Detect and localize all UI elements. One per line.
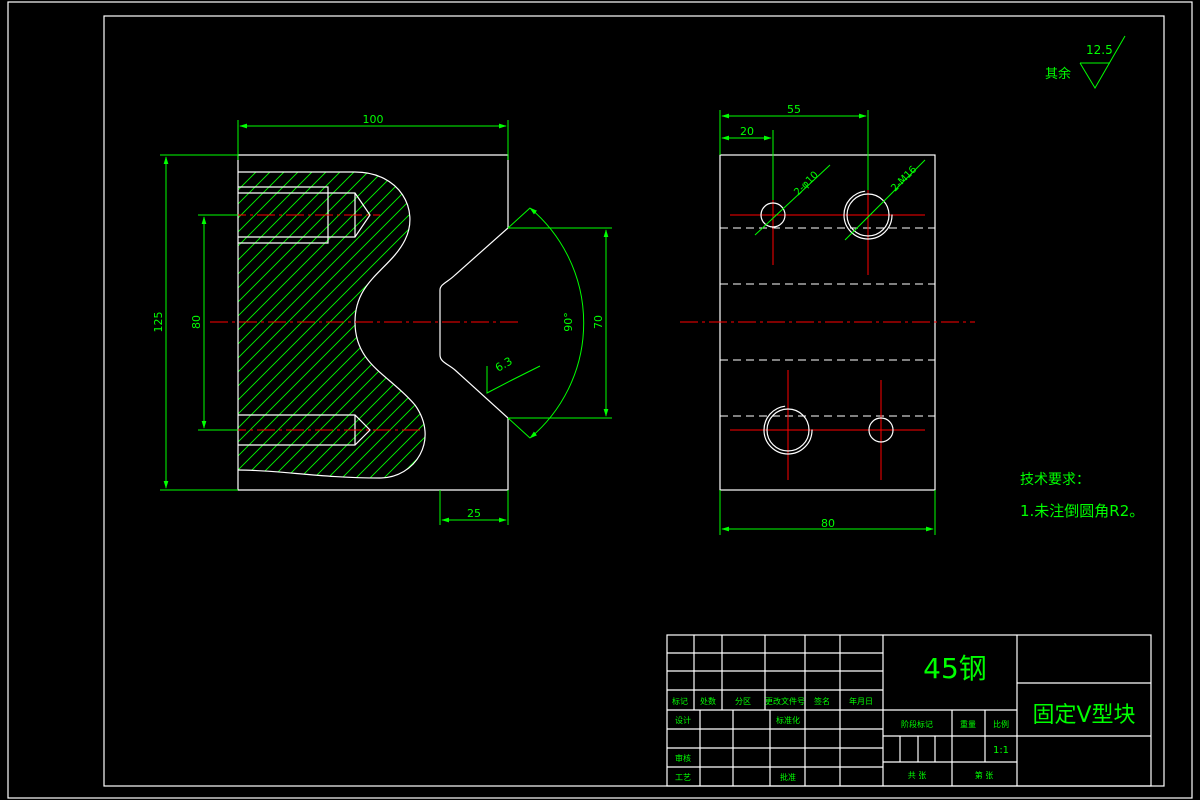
drawing-canvas: 100 125 80 25 70 90° 6.3 2-φ10 2-M16 55 … bbox=[7, 1, 1193, 799]
hatch-line bbox=[238, 172, 297, 478]
hatch-line bbox=[238, 172, 426, 478]
hatch-line bbox=[238, 172, 269, 478]
hatch-line bbox=[238, 172, 353, 478]
tb-sheets-total: 共 张 bbox=[908, 771, 927, 780]
tech-req-item: 1.未注倒圆角R2。 bbox=[1020, 502, 1144, 520]
tb-review: 审核 bbox=[675, 753, 691, 763]
tb-sign: 签名 bbox=[814, 696, 830, 706]
outer-border bbox=[7, 1, 1193, 799]
dim-bottom-right-label: 80 bbox=[821, 517, 835, 530]
hatch-line bbox=[238, 172, 426, 478]
dim-v-label: 70 bbox=[592, 315, 605, 329]
hatch-line bbox=[238, 172, 339, 478]
hatch-line bbox=[540, 160, 870, 490]
dim-height-label: 125 bbox=[152, 312, 165, 333]
tb-weight: 重量 bbox=[960, 719, 976, 729]
tb-design: 设计 bbox=[675, 715, 691, 725]
hatch-line bbox=[357, 172, 426, 478]
angle-label: 90° bbox=[562, 312, 575, 332]
dim-left-label: 20 bbox=[740, 125, 754, 138]
hatch-line bbox=[624, 160, 954, 490]
hole-small-label: 2-φ10 bbox=[792, 170, 820, 198]
dim-top-label: 55 bbox=[787, 103, 801, 116]
hatch-line bbox=[245, 172, 426, 478]
tb-count: 处数 bbox=[700, 696, 716, 706]
tb-process: 工艺 bbox=[675, 773, 691, 782]
hole-large-label: 2-M16 bbox=[889, 164, 919, 194]
tb-ratio: 比例 bbox=[993, 719, 1009, 729]
title-block: 45钢 固定V型块 1:1 标记 处数 分区 更改文件号 签名 年月日 设计 标… bbox=[666, 634, 1152, 787]
material-label: 45钢 bbox=[923, 652, 987, 685]
surface-label: 6.3 bbox=[493, 355, 515, 375]
hatch-line bbox=[238, 172, 395, 478]
inner-border bbox=[103, 15, 1165, 787]
hatch-line bbox=[238, 172, 409, 478]
hatch-line bbox=[484, 160, 814, 490]
hatch-line bbox=[442, 160, 772, 490]
right-view: 2-φ10 2-M16 55 20 80 bbox=[680, 103, 975, 535]
hatch-line bbox=[371, 172, 426, 478]
hatch-line bbox=[582, 160, 912, 490]
tb-zone: 分区 bbox=[735, 697, 751, 706]
tb-date: 年月日 bbox=[849, 696, 873, 706]
section-hatch bbox=[238, 160, 954, 490]
dim-bottom-label: 25 bbox=[467, 507, 481, 520]
hatch-line bbox=[238, 172, 426, 478]
tech-req-title: 技术要求： bbox=[1020, 472, 1090, 488]
hatch-line bbox=[343, 172, 426, 478]
angle-arc bbox=[529, 207, 585, 439]
hatch-line bbox=[301, 172, 426, 478]
tb-std: 标准化 bbox=[776, 715, 800, 725]
tb-mark: 标记 bbox=[672, 696, 688, 706]
hatch-line bbox=[329, 172, 426, 478]
hatch-line bbox=[238, 172, 426, 478]
roughness-value: 12.5 bbox=[1086, 43, 1113, 57]
roughness-note: 其余 12.5 bbox=[1045, 35, 1126, 89]
tb-stage-mark: 阶段标记 bbox=[901, 719, 933, 729]
roughness-label: 其余 bbox=[1045, 66, 1071, 82]
hatch-line bbox=[385, 172, 426, 478]
dim-width-label: 100 bbox=[363, 113, 384, 126]
hatch-line bbox=[498, 160, 828, 490]
surface-symbol bbox=[486, 365, 541, 394]
hatch-line bbox=[610, 160, 940, 490]
hatch-line bbox=[238, 172, 426, 478]
tb-sheet-no: 第 张 bbox=[975, 770, 994, 780]
hatch-line bbox=[273, 172, 426, 478]
hatch-line bbox=[456, 160, 786, 490]
part-name-label: 固定V型块 bbox=[1032, 703, 1135, 728]
scale-label: 1:1 bbox=[993, 745, 1009, 756]
hatch-line bbox=[238, 172, 426, 478]
hatch-line bbox=[568, 160, 898, 490]
hatch-line bbox=[238, 172, 426, 478]
tb-approve: 批准 bbox=[780, 772, 796, 782]
hatch-line bbox=[238, 172, 423, 478]
dim-inner-label: 80 bbox=[190, 315, 203, 329]
hatch-line bbox=[413, 172, 426, 478]
hatch-line bbox=[470, 160, 800, 490]
hatch-line bbox=[238, 172, 381, 478]
tb-doc-no: 更改文件号 bbox=[765, 696, 805, 706]
